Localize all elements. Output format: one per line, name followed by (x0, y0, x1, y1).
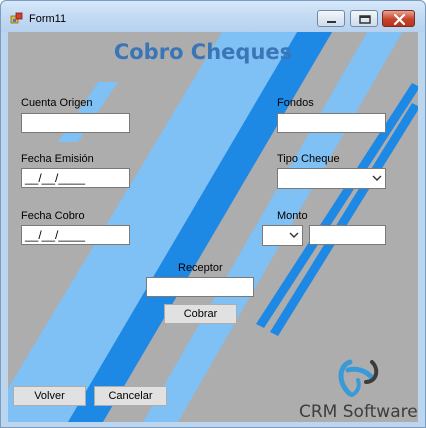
moneda-select[interactable] (262, 225, 303, 246)
receptor-label: Receptor (178, 262, 223, 274)
tipo-cheque-label: Tipo Cheque (277, 153, 340, 165)
form-client-area: Cobro Cheques Cuenta Origen Fecha Emisió… (8, 32, 418, 422)
main-window: Form11 Cobro Cheques Cuenta Origen Fecha… (0, 0, 426, 428)
form-heading: Cobro Cheques (113, 40, 293, 64)
tipo-cheque-select[interactable] (277, 168, 386, 189)
close-button[interactable] (382, 10, 415, 27)
window-title: Form11 (29, 13, 67, 25)
fecha-emision-input[interactable]: __/__/____ (21, 168, 130, 188)
cobrar-button[interactable]: Cobrar (164, 304, 237, 324)
maximize-button[interactable] (350, 10, 378, 27)
fecha-cobro-input[interactable]: __/__/____ (21, 225, 130, 245)
fecha-emision-label: Fecha Emisión (21, 153, 94, 165)
title-bar[interactable]: Form11 (1, 1, 425, 32)
company-name: CRM Software (299, 402, 418, 422)
cancelar-button[interactable]: Cancelar (94, 386, 167, 406)
fecha-cobro-label: Fecha Cobro (21, 210, 85, 222)
volver-button[interactable]: Volver (13, 386, 86, 406)
app-icon (10, 11, 24, 25)
close-icon (393, 13, 406, 26)
cuenta-origen-label: Cuenta Origen (21, 97, 93, 109)
crm-logo-icon (338, 359, 379, 397)
monto-label: Monto (277, 210, 308, 222)
fondos-label: Fondos (277, 97, 314, 109)
minimize-button[interactable] (317, 10, 345, 27)
receptor-input[interactable] (146, 277, 254, 297)
minimize-icon (327, 21, 336, 23)
monto-input[interactable] (309, 225, 386, 245)
chevron-down-icon (372, 175, 382, 181)
cuenta-origen-input[interactable] (21, 113, 130, 133)
chevron-down-icon (289, 232, 299, 238)
fondos-input[interactable] (277, 113, 386, 133)
restore-icon (359, 15, 371, 24)
